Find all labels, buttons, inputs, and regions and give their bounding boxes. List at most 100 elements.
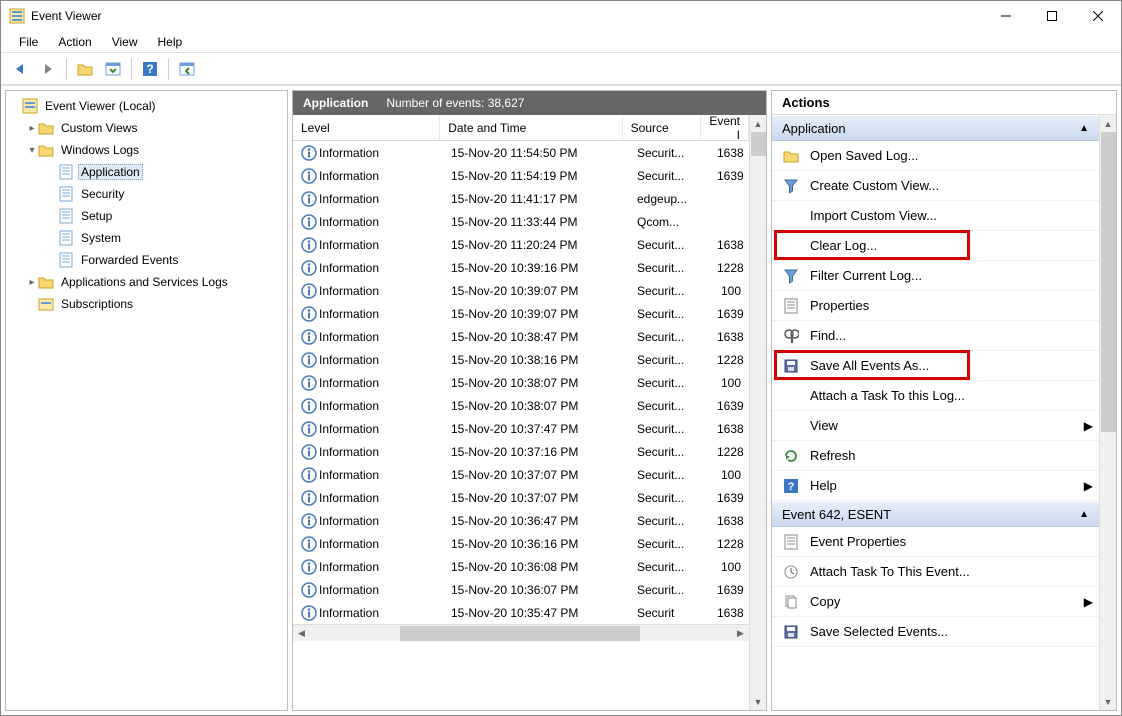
tree-subscriptions[interactable]: Subscriptions: [6, 293, 287, 315]
forward-button[interactable]: [35, 56, 61, 82]
cell-eventid: 100: [709, 376, 749, 390]
tree-security[interactable]: Security: [6, 183, 287, 205]
minimize-button[interactable]: [983, 1, 1029, 31]
actions-scrollbar[interactable]: ▲ ▼: [1099, 115, 1116, 710]
vertical-scrollbar[interactable]: ▲ ▼: [749, 115, 766, 710]
table-row[interactable]: Information15-Nov-20 10:37:07 PMSecurit.…: [293, 463, 749, 486]
column-headers[interactable]: Level Date and Time Source Event I: [293, 115, 749, 141]
menu-view[interactable]: View: [102, 33, 148, 51]
maximize-button[interactable]: [1029, 1, 1075, 31]
action-item[interactable]: Save All Events As...: [772, 351, 1099, 381]
scroll-down-icon[interactable]: ▼: [750, 693, 766, 710]
cell-eventid: 1228: [709, 537, 749, 551]
scroll-up-icon[interactable]: ▲: [1100, 115, 1116, 132]
table-row[interactable]: Information15-Nov-20 10:38:47 PMSecurit.…: [293, 325, 749, 348]
expand-icon[interactable]: ▸: [26, 123, 38, 134]
action-item[interactable]: Copy▶: [772, 587, 1099, 617]
cell-level: Information: [293, 421, 443, 437]
col-level[interactable]: Level: [293, 115, 440, 141]
scroll-thumb[interactable]: [1101, 132, 1116, 432]
toolbar-folder-icon[interactable]: [72, 56, 98, 82]
scroll-down-icon[interactable]: ▼: [1100, 693, 1116, 710]
event-table[interactable]: Level Date and Time Source Event I Infor…: [293, 115, 749, 710]
tree-system[interactable]: System: [6, 227, 287, 249]
table-row[interactable]: Information15-Nov-20 10:36:16 PMSecurit.…: [293, 532, 749, 555]
cell-source: Securit...: [629, 537, 709, 551]
main-area: Event Viewer (Local) ▸ Custom Views ▾ Wi…: [1, 85, 1121, 715]
table-row[interactable]: Information15-Nov-20 10:36:08 PMSecurit.…: [293, 555, 749, 578]
back-button[interactable]: [7, 56, 33, 82]
action-item[interactable]: Event Properties: [772, 527, 1099, 557]
action-item[interactable]: Create Custom View...: [772, 171, 1099, 201]
action-item[interactable]: Attach a Task To this Log...: [772, 381, 1099, 411]
action-item[interactable]: Attach Task To This Event...: [772, 557, 1099, 587]
actions-section-header[interactable]: Application▲: [772, 115, 1099, 141]
col-source[interactable]: Source: [623, 115, 702, 141]
action-item[interactable]: Find...: [772, 321, 1099, 351]
tree-windows-logs[interactable]: ▾ Windows Logs: [6, 139, 287, 161]
action-item[interactable]: Refresh: [772, 441, 1099, 471]
tree-apps-services[interactable]: ▸ Applications and Services Logs: [6, 271, 287, 293]
expand-icon[interactable]: ▸: [26, 277, 38, 288]
tree-pane[interactable]: Event Viewer (Local) ▸ Custom Views ▾ Wi…: [5, 90, 288, 711]
info-icon: [301, 352, 317, 368]
scroll-up-icon[interactable]: ▲: [750, 115, 766, 132]
table-row[interactable]: Information15-Nov-20 10:37:47 PMSecurit.…: [293, 417, 749, 440]
cell-eventid: 1228: [709, 261, 749, 275]
table-row[interactable]: Information15-Nov-20 10:36:47 PMSecurit.…: [293, 509, 749, 532]
table-row[interactable]: Information15-Nov-20 10:37:16 PMSecurit.…: [293, 440, 749, 463]
menu-file[interactable]: File: [9, 33, 48, 51]
tree-forwarded[interactable]: Forwarded Events: [6, 249, 287, 271]
scroll-right-icon[interactable]: ▶: [732, 625, 749, 642]
action-item[interactable]: Properties: [772, 291, 1099, 321]
action-item[interactable]: Open Saved Log...: [772, 141, 1099, 171]
action-item[interactable]: ?Help▶: [772, 471, 1099, 501]
menu-help[interactable]: Help: [148, 33, 193, 51]
col-eventid[interactable]: Event I: [701, 115, 749, 141]
table-row[interactable]: Information15-Nov-20 11:20:24 PMSecurit.…: [293, 233, 749, 256]
collapse-icon[interactable]: ▲: [1079, 509, 1089, 520]
close-button[interactable]: [1075, 1, 1121, 31]
tree-setup[interactable]: Setup: [6, 205, 287, 227]
table-row[interactable]: Information15-Nov-20 10:35:47 PMSecurit1…: [293, 601, 749, 624]
tree-application[interactable]: Application: [6, 161, 287, 183]
action-item[interactable]: Clear Log...: [772, 231, 1099, 261]
toolbar-help-icon[interactable]: ?: [137, 56, 163, 82]
tree-root[interactable]: Event Viewer (Local): [6, 95, 287, 117]
table-row[interactable]: Information15-Nov-20 10:37:07 PMSecurit.…: [293, 486, 749, 509]
table-row[interactable]: Information15-Nov-20 10:39:07 PMSecurit.…: [293, 302, 749, 325]
horizontal-scrollbar[interactable]: ◀ ▶: [293, 624, 749, 641]
table-row[interactable]: Information15-Nov-20 11:41:17 PMedgeup..…: [293, 187, 749, 210]
menu-action[interactable]: Action: [48, 33, 101, 51]
table-row[interactable]: Information15-Nov-20 11:54:19 PMSecurit.…: [293, 164, 749, 187]
action-item[interactable]: View▶: [772, 411, 1099, 441]
event-count: Number of events: 38,627: [386, 96, 524, 110]
collapse-icon[interactable]: ▾: [26, 145, 38, 156]
actions-section-header[interactable]: Event 642, ESENT▲: [772, 501, 1099, 527]
cell-source: Securit...: [629, 583, 709, 597]
table-row[interactable]: Information15-Nov-20 10:38:07 PMSecurit.…: [293, 394, 749, 417]
table-row[interactable]: Information15-Nov-20 11:54:50 PMSecurit.…: [293, 141, 749, 164]
toolbar-preview-icon[interactable]: [100, 56, 126, 82]
table-row[interactable]: Information15-Nov-20 11:33:44 PMQcom...: [293, 210, 749, 233]
scroll-left-icon[interactable]: ◀: [293, 625, 310, 642]
table-row[interactable]: Information15-Nov-20 10:39:16 PMSecurit.…: [293, 256, 749, 279]
action-item[interactable]: Import Custom View...: [772, 201, 1099, 231]
collapse-icon[interactable]: ▲: [1079, 123, 1089, 134]
submenu-arrow-icon: ▶: [1084, 419, 1093, 433]
table-row[interactable]: Information15-Nov-20 10:36:07 PMSecurit.…: [293, 578, 749, 601]
folder-icon: [38, 274, 54, 290]
scroll-thumb[interactable]: [751, 132, 766, 156]
col-datetime[interactable]: Date and Time: [440, 115, 622, 141]
action-item[interactable]: Filter Current Log...: [772, 261, 1099, 291]
tree-custom-views[interactable]: ▸ Custom Views: [6, 117, 287, 139]
cell-source: Securit...: [629, 146, 709, 160]
action-item[interactable]: Save Selected Events...: [772, 617, 1099, 647]
table-row[interactable]: Information15-Nov-20 10:39:07 PMSecurit.…: [293, 279, 749, 302]
table-row[interactable]: Information15-Nov-20 10:38:07 PMSecurit.…: [293, 371, 749, 394]
cell-datetime: 15-Nov-20 10:37:47 PM: [443, 422, 629, 436]
toolbar-export-icon[interactable]: [174, 56, 200, 82]
scroll-thumb[interactable]: [400, 626, 640, 641]
cell-eventid: 1638: [709, 238, 749, 252]
table-row[interactable]: Information15-Nov-20 10:38:16 PMSecurit.…: [293, 348, 749, 371]
